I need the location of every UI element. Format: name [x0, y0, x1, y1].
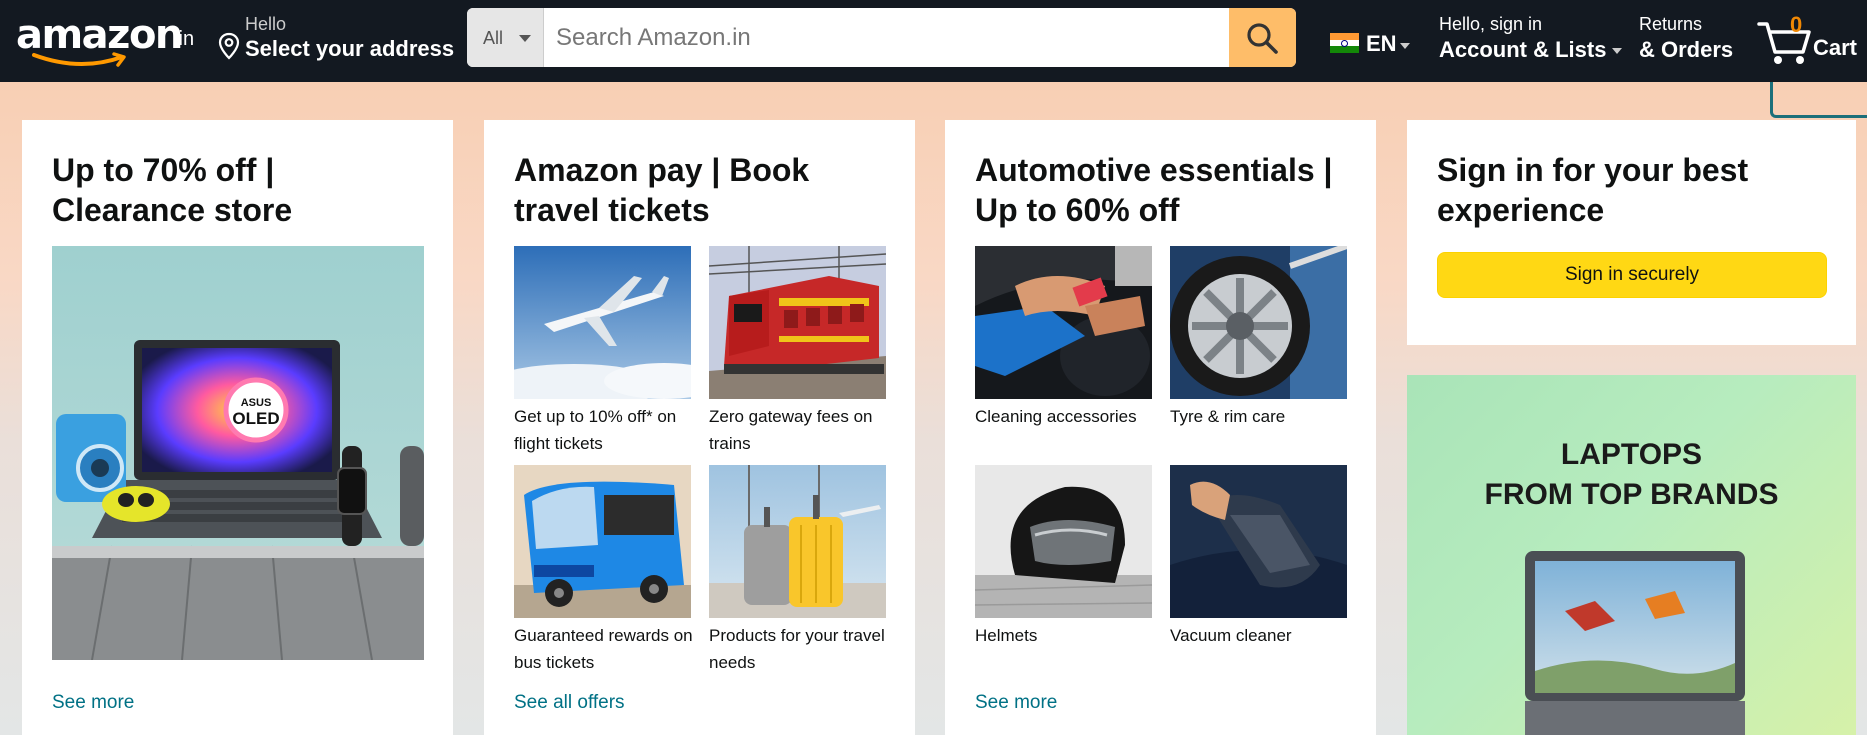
helmet-image — [975, 465, 1152, 618]
sign-in-securely-button[interactable]: Sign in securely — [1437, 252, 1827, 298]
clearance-store-card: Up to 70% off | Clearance store ASUS OLE… — [22, 120, 453, 735]
card-title: Automotive essentials | Up to 60% off — [975, 152, 1333, 228]
cart-button[interactable]: 0 Cart — [1757, 10, 1861, 70]
search-input[interactable] — [544, 8, 1196, 67]
top-nav-bar: amazon .in Hello Select your address All — [0, 0, 1867, 82]
select-address-label: Select your address — [245, 36, 455, 61]
image-badge-text: OLED — [232, 409, 279, 428]
search-category-label: All — [483, 28, 504, 48]
train-image — [709, 246, 886, 399]
flight-image — [514, 246, 691, 399]
search-icon — [1247, 23, 1278, 54]
returns-orders-link[interactable]: Returns & Orders — [1639, 14, 1733, 63]
cart-label: Cart — [1813, 35, 1858, 60]
logo-smile-icon — [32, 52, 126, 67]
india-flag-icon — [1330, 33, 1359, 54]
bus-tickets-tile[interactable]: Guaranteed rewards on bus tickets — [514, 465, 693, 676]
card-title: Amazon pay | Book travel tickets — [514, 152, 810, 228]
address-hello-label: Hello — [245, 14, 287, 34]
logo-tld: .in — [173, 28, 195, 50]
tile-caption: Cleaning accessories — [975, 407, 1137, 426]
search-submit-button[interactable] — [1229, 8, 1296, 67]
chevron-down-icon — [1612, 48, 1623, 55]
tile-caption: Helmets — [975, 626, 1038, 645]
cart-icon — [1757, 22, 1811, 64]
ad-headline-line1: LAPTOPS — [1560, 438, 1703, 471]
travel-products-tile[interactable]: Products for your travel needs — [709, 465, 886, 676]
amazon-pay-card: Amazon pay | Book travel tickets Get up … — [484, 120, 915, 735]
clearance-store-image[interactable]: ASUS OLED — [52, 246, 424, 660]
cart-count: 0 — [1790, 12, 1803, 37]
tyre-rim-care-tile[interactable]: Tyre & rim care — [1170, 246, 1347, 430]
hero-banner-edge — [1770, 82, 1867, 118]
laptops-ad-banner[interactable]: LAPTOPS FROM TOP BRANDS — [1407, 375, 1856, 735]
account-lists-label: Account & Lists — [1439, 37, 1607, 62]
tile-caption: Get up to 10% off* on flight tickets — [514, 407, 677, 453]
tile-caption: Vacuum cleaner — [1170, 626, 1292, 645]
train-tickets-tile[interactable]: Zero gateway fees on trains — [709, 246, 886, 457]
search-category-dropdown[interactable]: All — [467, 8, 544, 67]
luggage-image — [709, 465, 886, 618]
tile-caption: Zero gateway fees on trains — [709, 407, 873, 453]
amazon-logo[interactable]: amazon .in — [16, 12, 195, 70]
see-more-link[interactable]: See more — [975, 692, 1057, 714]
location-pin-icon — [218, 32, 240, 60]
see-more-link[interactable]: See more — [52, 692, 134, 714]
helmets-tile[interactable]: Helmets — [975, 465, 1152, 649]
account-greeting: Hello, sign in — [1439, 14, 1543, 34]
returns-label: Returns — [1639, 14, 1703, 34]
automotive-essentials-card: Automotive essentials | Up to 60% off Cl… — [945, 120, 1376, 735]
language-code: EN — [1366, 31, 1397, 56]
laptop-image — [1525, 551, 1745, 735]
sign-in-card: Sign in for your best experience Sign in… — [1407, 120, 1856, 345]
tile-caption: Guaranteed rewards on bus tickets — [514, 626, 693, 672]
chevron-down-icon — [1400, 43, 1410, 49]
search-bar: All — [467, 8, 1296, 67]
tile-caption: Tyre & rim care — [1170, 407, 1286, 426]
account-lists-menu[interactable]: Hello, sign in Account & Lists — [1439, 14, 1623, 63]
chevron-down-icon — [519, 35, 531, 42]
tyre-image — [1170, 246, 1347, 399]
orders-label: & Orders — [1639, 37, 1734, 62]
vacuum-image — [1170, 465, 1347, 618]
image-badge-brand: ASUS — [241, 397, 272, 409]
flight-tickets-tile[interactable]: Get up to 10% off* on flight tickets — [514, 246, 691, 457]
see-all-offers-link[interactable]: See all offers — [514, 692, 625, 714]
ad-headline-line2: FROM TOP BRANDS — [1484, 478, 1779, 511]
tile-caption: Products for your travel needs — [709, 626, 885, 672]
card-title: Up to 70% off | Clearance store — [52, 152, 293, 228]
vacuum-cleaner-tile[interactable]: Vacuum cleaner — [1170, 465, 1347, 649]
cleaning-accessories-tile[interactable]: Cleaning accessories — [975, 246, 1152, 430]
bus-image — [514, 465, 691, 618]
cleaning-image — [975, 246, 1152, 399]
card-title: Sign in for your best experience — [1437, 152, 1749, 228]
